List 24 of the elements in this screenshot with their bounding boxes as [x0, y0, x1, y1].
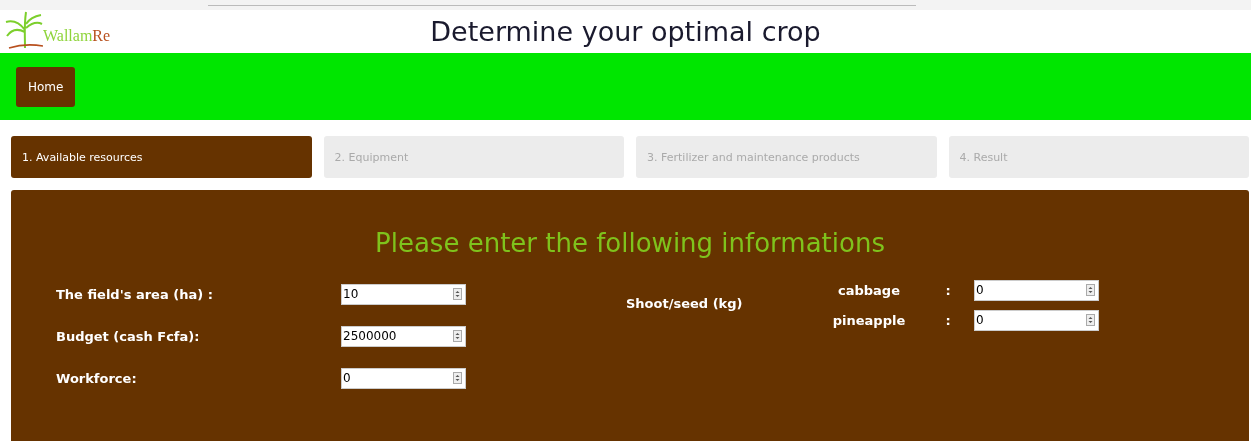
crop-label: cabbage — [837, 282, 901, 298]
field-label: The field's area (ha) : — [56, 286, 214, 302]
logo-text: WallamRe — [43, 27, 111, 46]
number-field[interactable]: 2500000 — [341, 325, 466, 347]
spinner-icon[interactable] — [453, 329, 462, 342]
number-field[interactable]: 0 — [974, 279, 1099, 301]
colon-separator: : — [944, 282, 952, 298]
spinner-icon[interactable] — [1086, 283, 1095, 296]
field-label: Budget (cash Fcfa): — [56, 328, 201, 344]
number-field[interactable]: 10 — [341, 283, 466, 305]
step-tab[interactable]: 1. Available resources — [11, 136, 312, 178]
spinner-icon[interactable] — [453, 371, 462, 384]
field-label: Shoot/seed (kg) — [626, 295, 744, 313]
field-label: Workforce: — [56, 370, 138, 386]
number-field[interactable]: 0 — [341, 367, 466, 389]
spinner-icon[interactable] — [1086, 313, 1095, 326]
colon-separator: : — [944, 312, 952, 328]
page-title: Determine your optimal crop — [430, 16, 821, 47]
spinner-icon[interactable] — [453, 287, 462, 300]
form-heading: Please enter the following informations — [374, 227, 886, 260]
plant-icon — [5, 10, 43, 50]
home-link[interactable]: Home — [16, 66, 76, 107]
crop-label: pineapple — [831, 312, 907, 328]
number-field[interactable]: 0 — [974, 309, 1099, 331]
